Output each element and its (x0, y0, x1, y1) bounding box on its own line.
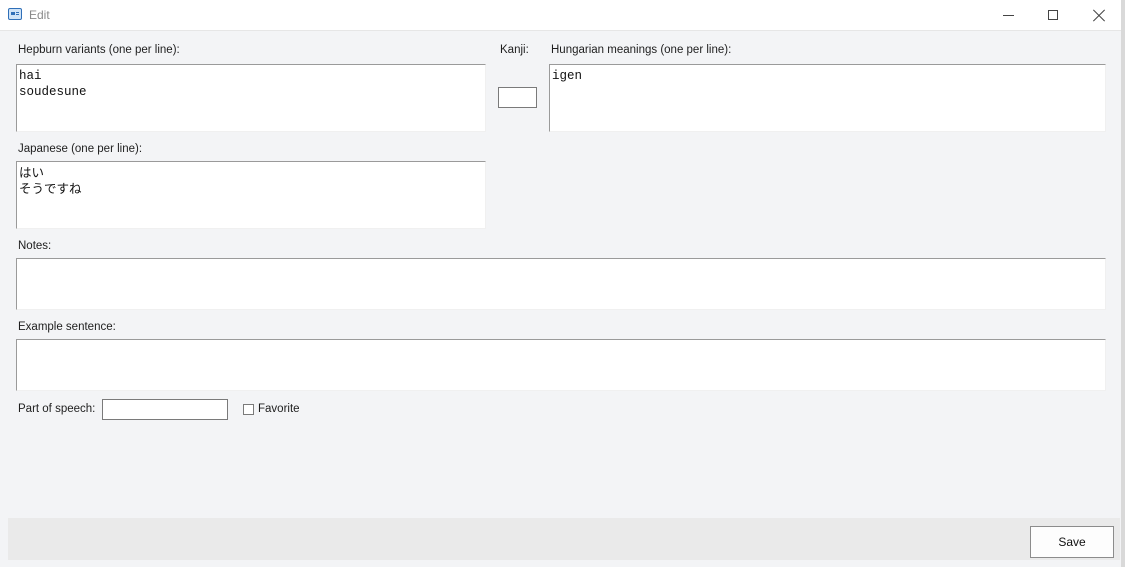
hungarian-textarea[interactable]: igen (549, 64, 1106, 132)
japanese-textarea[interactable]: はい そうですね (16, 161, 486, 229)
hepburn-label: Hepburn variants (one per line): (18, 44, 180, 56)
part-of-speech-label: Part of speech: (18, 403, 96, 415)
save-button[interactable]: Save (1030, 526, 1114, 558)
example-textarea[interactable] (16, 339, 1106, 391)
notes-textarea[interactable] (16, 258, 1106, 310)
hepburn-textarea[interactable]: hai soudesune (16, 64, 486, 132)
example-label: Example sentence: (18, 321, 116, 333)
maximize-icon (1048, 10, 1058, 20)
close-button[interactable] (1076, 0, 1122, 30)
minimize-button[interactable] (985, 0, 1031, 30)
favorite-label[interactable]: Favorite (258, 403, 300, 415)
japanese-label: Japanese (one per line): (18, 143, 143, 155)
title-bar: Edit (0, 0, 1122, 31)
notes-label: Notes: (18, 240, 52, 252)
kanji-input[interactable] (498, 87, 537, 108)
kanji-label: Kanji: (500, 44, 529, 56)
minimize-icon (1002, 14, 1014, 16)
app-window-icon (8, 8, 22, 20)
footer-bar (8, 518, 1120, 560)
part-of-speech-input[interactable] (102, 399, 228, 420)
close-icon (1093, 9, 1105, 21)
window-right-border (1121, 0, 1125, 567)
hungarian-label: Hungarian meanings (one per line): (551, 44, 732, 56)
favorite-checkbox[interactable] (243, 404, 254, 415)
window-title: Edit (29, 8, 50, 22)
maximize-button[interactable] (1030, 0, 1076, 30)
